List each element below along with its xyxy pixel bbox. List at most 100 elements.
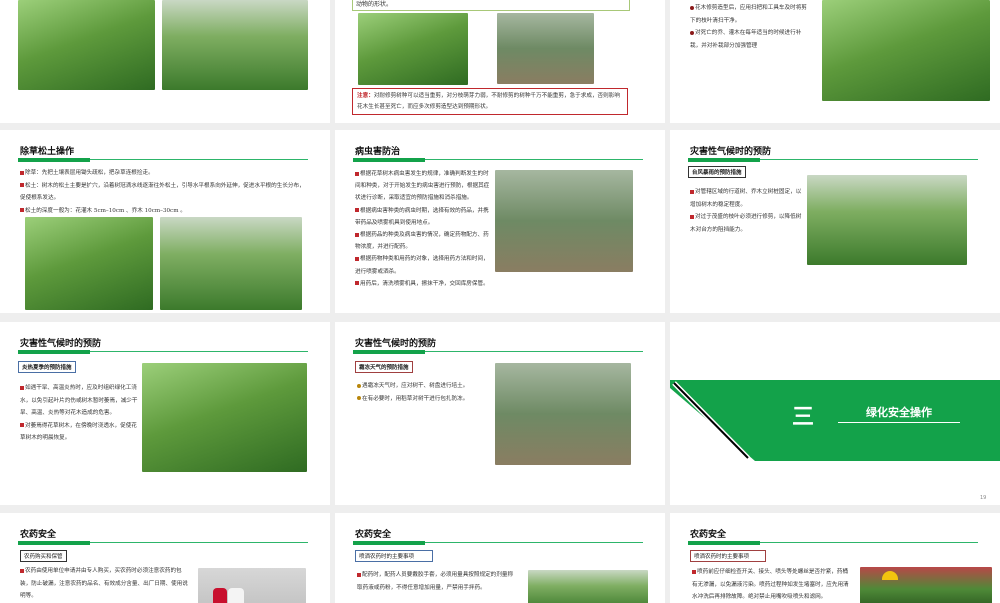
hedge-trimmer-photo <box>822 0 990 101</box>
bullet-icon <box>690 30 694 35</box>
bullet-item: 根据药物种类和用药的对象，选择用药方法和时间，进行喷雾或洒杀。 <box>355 253 493 277</box>
bullet-icon <box>20 568 24 573</box>
bullet-icon <box>20 183 24 187</box>
slide-thumbnail[interactable]: 灾害性气候时的预防 台风暴雨的预防措施 对管辖区域的行道树、乔木立树桩固定，以增… <box>670 130 1000 313</box>
subtitle-box: 台风暴雨的预防措施 <box>688 166 746 178</box>
bullet-text: 如遇干旱、高温炎热时，应及时组织绿化工浇水，以免引起叶片灼伤或树木暂时萎焉，减少… <box>20 385 138 416</box>
bullet-icon <box>357 396 361 400</box>
bullet-item: 对萎焉得花草树木，在傍晚时浇透水，促使花草树木的明晨恢复。 <box>20 420 140 445</box>
hedge-trimming-photo <box>358 13 468 85</box>
loosening-soil-photo <box>160 217 302 310</box>
slide-thumbnail[interactable]: 灾害性气候时的预防 炎热夏季的预防措施 如遇干旱、高温炎热时，应及时组织绿化工浇… <box>0 322 330 505</box>
bullet-text: 对死亡的乔、灌木在每年适当的时候进行补栽，并对补栽部分加强管理 <box>690 30 802 49</box>
slide-thumbnail[interactable]: 农药安全 农药购买和保管 农药由使用单位申请并由专人购买，买农药时必须注意农药的… <box>0 513 330 603</box>
bullet-icon <box>692 569 696 574</box>
bullet-item: 根据花草树木病虫害发生的规律，准确判断发生的时间和种类，对于开始发生的病虫害进行… <box>355 168 493 205</box>
bullet-icon <box>355 208 359 213</box>
bullet-item: 对死亡的乔、灌木在每年适当的时候进行补栽，并对补栽部分加强管理 <box>690 27 812 52</box>
bullet-text: 农药由使用单位申请并由专人购买，买农药时必须注意农药的包装，防止破漏，注意农药的… <box>20 568 188 599</box>
slide-thumbnail[interactable] <box>0 0 330 123</box>
subtitle-box: 霜冻天气的预防措施 <box>355 361 413 373</box>
bullet-icon <box>20 385 24 390</box>
slide-title: 病虫害防治 <box>355 147 401 157</box>
bullet-text: 配药时，配药人员要戴胶手套，必须用量具按照规定的剂量称取药液或药粉，不得任意增加… <box>357 572 514 591</box>
pesticide-bottles-photo <box>198 568 306 603</box>
bullet-item: 用药后，清洗喷雾机具，擦抹干净，交回库房保管。 <box>355 278 493 290</box>
bullet-item: 遇霜冻天气时，应对树干、树盘进行培土。 <box>357 380 492 393</box>
subtitle-box: 农药购买和保管 <box>20 550 67 562</box>
bullet-item: 根据药品的种类及病虫害的情况，确定药物配方、药物浓度，并进行配药。 <box>355 229 493 253</box>
bullet-icon <box>690 189 694 194</box>
slide-thumbnail-section[interactable]: 三 绿化安全操作 19 <box>670 322 1000 505</box>
bullet-text: 松土：树木的松土主要是扩穴，沿着树冠滴水线逐渐往外松土，引导水平根系向外延伸，促… <box>20 182 305 202</box>
bullet-item: 喷药前应仔细检查开关、接头、喷头等处螺丝是否拧紧，药桶有无渗漏，以免漏液污染。喷… <box>692 566 850 603</box>
subtitle-box: 喷洒农药时的主要事项 <box>690 550 766 562</box>
slide-thumbnail[interactable]: 除草松土操作 除草：先把土壤表层用锄头疏松，把杂草连根捡走。 松土：树木的松土主… <box>0 130 330 313</box>
bullet-item: 对管辖区域的行道树、乔木立树桩固定，以增加树木的稳定程度。 <box>690 186 806 211</box>
bullet-icon <box>355 232 359 237</box>
slide-title: 灾害性气候时的预防 <box>355 339 437 349</box>
bullet-item: 农药由使用单位申请并由专人购买，买农药时必须注意农药的包装，防止破漏，注意农药的… <box>20 565 188 603</box>
note-text: 对耐修剪树种可以适当重剪，对分枝萌芽力弱，不耐修剪的树种千万不能重剪，急于求成，… <box>357 93 620 110</box>
bullet-text: 根据药物种类和用药的对象，选择用药方法和时间，进行喷雾或洒杀。 <box>355 256 489 275</box>
slide-thumbnail[interactable]: 灾害性气候时的预防 霜冻天气的预防措施 遇霜冻天气时，应对树干、树盘进行培土。 … <box>335 322 665 505</box>
worker-trimming-photo <box>18 0 155 90</box>
slide-thumbnail[interactable]: 病虫害防治 根据花草树木病虫害发生的规律，准确判断发生的时间和种类，对于开始发生… <box>335 130 665 313</box>
slide-title: 农药安全 <box>20 530 57 540</box>
weeding-photo <box>25 217 153 310</box>
note-box: 注意：对耐修剪树种可以适当重剪，对分枝萌芽力弱，不耐修剪的树种千万不能重剪，急于… <box>352 88 628 115</box>
bullet-text: 根据花草树木病虫害发生的规律，准确判断发生的时间和种类，对于开始发生的病虫害进行… <box>355 171 490 202</box>
watering-photo <box>142 363 307 472</box>
section-title: 绿化安全操作 <box>838 404 960 423</box>
sprayer-worker-photo <box>860 567 992 603</box>
title-underline <box>688 158 978 162</box>
body-text: 动物的形状。 <box>356 1 393 8</box>
bullet-item: 花木修剪造型后，应用扫把和工具车及时将剪下的枝叶清扫干净。 <box>690 2 812 27</box>
staked-trees-photo <box>807 175 967 265</box>
text-box: 动物的形状。 <box>352 0 630 11</box>
bullet-item: 对过于茂盛的枝叶必须进行修剪，以降低树木对台方的阻挡能力。 <box>690 211 806 236</box>
bullet-icon <box>355 171 359 176</box>
note-label: 注意： <box>357 93 374 99</box>
bullet-text: 喷药前应仔细检查开关、接头、喷头等处螺丝是否拧紧，药桶有无渗漏，以免漏液污染。喷… <box>692 569 849 600</box>
bullet-text: 遇霜冻天气时，应对树干、树盘进行培土。 <box>362 383 469 389</box>
spraying-photo <box>495 170 633 272</box>
bullet-item: 在有必要时，用稻草对树干进行包扎防冻。 <box>357 393 492 406</box>
bullet-icon <box>357 572 361 577</box>
bullet-icon <box>690 5 694 10</box>
bullet-text: 对管辖区域的行道树、乔木立树桩固定，以增加树木的稳定程度。 <box>690 189 802 208</box>
bullet-item: 松土：树木的松土主要是扩穴，沿着树冠滴水线逐渐往外松土，引导水平根系向外延伸，促… <box>20 180 310 205</box>
bullet-icon <box>20 208 24 212</box>
frost-protection-photo <box>495 363 631 465</box>
title-underline <box>18 541 308 545</box>
slide-thumbnail[interactable]: 农药安全 喷洒农药时的主要事项 配药时，配药人员要戴胶手套，必须用量具按照规定的… <box>335 513 665 603</box>
title-underline <box>353 350 643 354</box>
slide-title: 灾害性气候时的预防 <box>690 147 772 157</box>
bullet-text: 除草：先把土壤表层用锄头疏松，把杂草连根捡走。 <box>25 170 154 176</box>
slide-thumbnail[interactable]: 花木修剪造型后，应用扫把和工具车及时将剪下的枝叶清扫干净。 对死亡的乔、灌木在每… <box>670 0 1000 123</box>
slide-thumbnail[interactable]: 农药安全 喷洒农药时的主要事项 喷药前应仔细检查开关、接头、喷头等处螺丝是否拧紧… <box>670 513 1000 603</box>
trees-photo <box>528 570 648 603</box>
subtitle-box: 喷洒农药时的主要事项 <box>355 550 433 562</box>
title-underline <box>353 158 643 162</box>
bullet-icon <box>690 214 694 219</box>
slide-title: 农药安全 <box>690 530 727 540</box>
bullet-icon <box>20 170 24 175</box>
hedge-shaping-photo <box>497 13 594 84</box>
title-underline <box>18 350 308 354</box>
bullet-text: 根据病虫害种类的病虫时期，选择有效的药品，并携带药品及喷雾机具到使用地点。 <box>355 207 489 226</box>
bullet-item: 如遇干旱、高温炎热时，应及时组织绿化工浇水，以免引起叶片灼伤或树木暂时萎焉，减少… <box>20 382 140 420</box>
bullet-text: 对萎焉得花草树木，在傍晚时浇透水，促使花草树木的明晨恢复。 <box>20 422 137 442</box>
slide-thumbnail[interactable]: 动物的形状。 注意：对耐修剪树种可以适当重剪，对分枝萌芽力弱，不耐修剪的树种千万… <box>335 0 665 123</box>
bullet-icon <box>355 281 359 286</box>
bullet-icon <box>357 383 361 388</box>
bullet-item: 松土的深度一般为：花灌木 5cm–10cm 、乔木 10cm–30cm 。 <box>20 205 310 218</box>
page-number: 19 <box>980 495 987 501</box>
section-numeral: 三 <box>792 405 815 430</box>
bullet-icon <box>20 423 24 427</box>
title-underline <box>353 541 643 545</box>
bullet-text: 根据药品的种类及病虫害的情况，确定药物配方、药物浓度，并进行配药。 <box>355 232 489 251</box>
bullet-text: 松土的深度一般为：花灌木 5cm–10cm 、乔木 10cm–30cm 。 <box>25 207 186 214</box>
title-underline <box>688 541 978 545</box>
slide-title: 除草松土操作 <box>20 147 75 157</box>
